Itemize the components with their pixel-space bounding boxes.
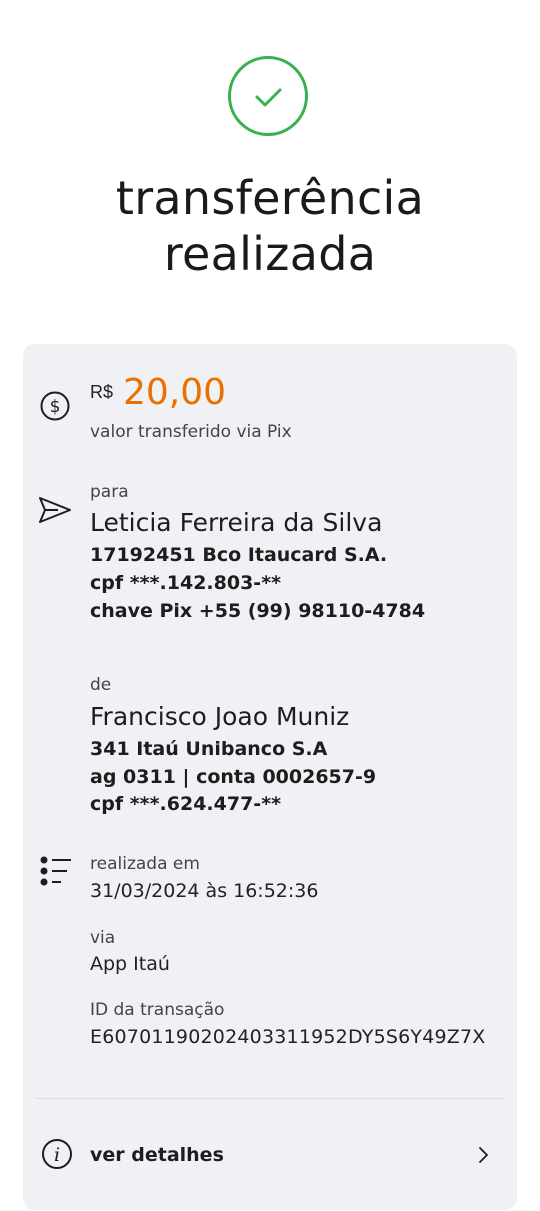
recipient-cpf: cpf ***.142.803-** [90, 572, 282, 594]
page-title: transferência realizada [0, 170, 540, 282]
chevron-right-icon [479, 1147, 488, 1163]
date-label: realizada em [90, 854, 200, 874]
send-icon [39, 497, 71, 523]
list-icon [40, 856, 71, 886]
recipient-bank: 17192451 Bco Itaucard S.A. [90, 544, 388, 566]
sender-label: de [90, 675, 112, 695]
svg-text:i: i [54, 1144, 60, 1166]
info-icon: i [42, 1139, 72, 1169]
sender-bank: 341 Itaú Unibanco S.A [90, 738, 328, 760]
transaction-id-value: E60701190202403311952DY5S6Y49Z7X [90, 1026, 486, 1048]
recipient-label: para [90, 482, 129, 502]
check-icon [255, 88, 282, 107]
sender-account: ag 0311 | conta 0002657-9 [90, 766, 377, 788]
via-label: via [90, 928, 116, 948]
title-line-2: realizada [163, 227, 377, 281]
recipient-pix-key: chave Pix +55 (99) 98110-4784 [90, 600, 426, 622]
success-check-badge [228, 56, 308, 136]
see-details-label: ver detalhes [90, 1144, 224, 1166]
via-value: App Itaú [90, 953, 170, 975]
see-details-button[interactable]: i ver detalhes [23, 1114, 517, 1194]
svg-text:$: $ [50, 397, 61, 417]
receipt-card: $ R$ 20,00 valor transferido via Pix par… [23, 344, 517, 1210]
sender-name: Francisco Joao Muniz [90, 702, 350, 731]
amount-value: 20,00 [123, 372, 227, 413]
date-value: 31/03/2024 às 16:52:36 [90, 880, 319, 902]
currency-symbol: R$ [90, 382, 114, 402]
dollar-icon: $ [40, 391, 70, 421]
amount-caption: valor transferido via Pix [90, 422, 292, 442]
recipient-name: Leticia Ferreira da Silva [90, 508, 383, 537]
sender-cpf: cpf ***.624.477-** [90, 793, 282, 815]
transaction-id-label: ID da transação [90, 1000, 225, 1020]
divider [35, 1098, 505, 1099]
title-line-1: transferência [115, 171, 425, 225]
